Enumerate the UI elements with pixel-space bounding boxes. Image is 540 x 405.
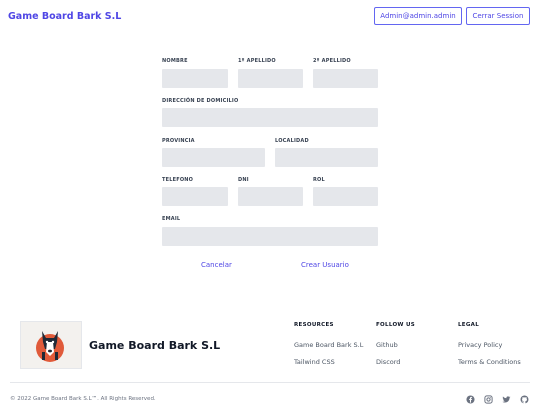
direccion-field[interactable] — [162, 108, 378, 127]
dog-logo-icon — [36, 331, 64, 362]
logout-button[interactable]: Cerrar Session — [466, 7, 530, 25]
nombre-field[interactable] — [162, 69, 228, 88]
email-label: EMAIL — [162, 216, 181, 222]
dni-field[interactable] — [238, 187, 303, 206]
github-icon[interactable] — [520, 395, 529, 404]
nombre-label: NOMBRE — [162, 58, 188, 64]
email-field[interactable] — [162, 227, 378, 246]
resources-link-company[interactable]: Game Board Bark S.L — [294, 341, 363, 349]
follow-heading: FOLLOW US — [376, 322, 416, 328]
provincia-field[interactable] — [162, 148, 265, 167]
resources-link-tailwind[interactable]: Tailwind CSS — [294, 358, 335, 366]
resources-heading: RESOURCES — [294, 322, 334, 328]
user-account-button[interactable]: Admin@admin.admin — [374, 7, 462, 25]
telefono-label: TELEFONO — [162, 177, 194, 183]
telefono-field[interactable] — [162, 187, 228, 206]
apellido2-field[interactable] — [313, 69, 378, 88]
copyright-text: © 2022 Game Board Bark S.L™. All Rights … — [10, 396, 156, 402]
footer-company-name: Game Board Bark S.L — [89, 339, 221, 352]
rol-field[interactable] — [313, 187, 378, 206]
facebook-icon[interactable] — [466, 395, 475, 404]
instagram-icon[interactable] — [484, 395, 493, 404]
localidad-label: LOCALIDAD — [275, 138, 309, 144]
apellido1-label: 1º APELLIDO — [238, 58, 276, 64]
follow-link-github[interactable]: Github — [376, 341, 398, 349]
apellido1-field[interactable] — [238, 69, 303, 88]
direccion-label: DIRECCIÓN DE DOMICILIO — [162, 98, 239, 104]
apellido2-label: 2º APELLIDO — [313, 58, 351, 64]
company-logo — [20, 321, 82, 369]
cancel-link[interactable]: Cancelar — [201, 261, 232, 269]
legal-heading: LEGAL — [458, 322, 480, 328]
brand-title[interactable]: Game Board Bark S.L — [8, 11, 121, 22]
follow-link-discord[interactable]: Discord — [376, 358, 400, 366]
provincia-label: PROVINCIA — [162, 138, 195, 144]
legal-link-privacy[interactable]: Privacy Policy — [458, 341, 502, 349]
dni-label: DNI — [238, 177, 249, 183]
twitter-icon[interactable] — [502, 395, 511, 404]
rol-label: ROL — [313, 177, 325, 183]
footer-divider — [10, 382, 530, 383]
localidad-field[interactable] — [275, 148, 378, 167]
create-user-link[interactable]: Crear Usuario — [301, 261, 349, 269]
legal-link-terms[interactable]: Terms & Conditions — [458, 358, 521, 366]
